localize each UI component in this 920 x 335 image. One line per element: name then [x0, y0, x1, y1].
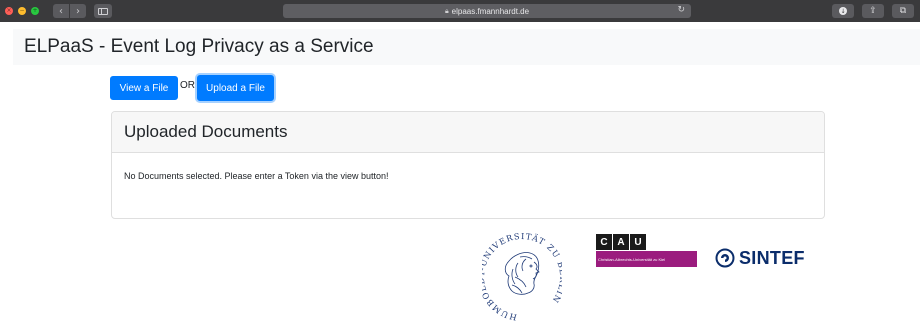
cau-subtitle: Christian-Albrechts-Universität zu Kiel	[596, 251, 697, 267]
cau-letter-c: C	[596, 234, 612, 250]
card-title: Uploaded Documents	[124, 122, 288, 141]
or-separator: OR	[180, 80, 195, 91]
sidebar-toggle-button[interactable]	[94, 4, 112, 18]
card-header: Uploaded Documents	[112, 112, 824, 153]
download-icon: ↓	[839, 7, 847, 15]
reload-icon[interactable]: ↻	[677, 5, 685, 15]
share-icon[interactable]: ⇪	[862, 4, 884, 18]
empty-state-message: No Documents selected. Please enter a To…	[124, 171, 389, 181]
downloads-button[interactable]: ↓	[832, 4, 854, 18]
card-body: No Documents selected. Please enter a To…	[112, 153, 824, 181]
cau-letter-a: A	[613, 234, 629, 250]
cau-letters: C A U	[596, 234, 697, 250]
site-header: ELPaaS - Event Log Privacy as a Service	[13, 29, 920, 65]
address-url: elpaas.fmannhardt.de	[451, 6, 530, 16]
window-controls: × − +	[5, 7, 39, 15]
cau-letter-u: U	[630, 234, 646, 250]
close-window-button[interactable]: ×	[5, 7, 13, 15]
toolbar-right-buttons: ↓ ⇪ ⧉	[832, 4, 914, 18]
humboldt-seal-icon: HUMBOLDT-UNIVERSITÄT ZU BERLIN	[476, 231, 567, 323]
sintef-logo: SINTEF	[715, 246, 815, 270]
view-file-button[interactable]: View a File	[110, 76, 178, 100]
upload-file-button[interactable]: Upload a File	[197, 75, 274, 101]
cau-kiel-logo: C A U Christian-Albrechts-Universität zu…	[596, 234, 697, 270]
forward-arrow-icon[interactable]: ›	[70, 4, 86, 18]
uploaded-documents-card: Uploaded Documents No Documents selected…	[111, 111, 825, 219]
back-arrow-icon[interactable]: ‹	[53, 4, 69, 18]
svg-text:HUMBOLDT-UNIVERSITÄT ZU BERLIN: HUMBOLDT-UNIVERSITÄT ZU BERLIN	[482, 231, 562, 323]
lock-icon: 🔒︎	[444, 6, 449, 15]
humboldt-university-logo: HUMBOLDT-UNIVERSITÄT ZU BERLIN	[476, 229, 567, 329]
sintef-wordmark: SINTEF	[739, 247, 805, 268]
address-bar[interactable]: 🔒︎ elpaas.fmannhardt.de ↻	[283, 4, 691, 18]
minimize-window-button[interactable]: −	[18, 7, 26, 15]
browser-toolbar: × − + ‹ › 🔒︎ elpaas.fmannhardt.de ↻ ↓ ⇪ …	[0, 0, 920, 22]
sidebar-icon	[98, 7, 108, 15]
history-navigation: ‹ ›	[53, 4, 86, 18]
maximize-window-button[interactable]: +	[31, 7, 39, 15]
tabs-icon[interactable]: ⧉	[892, 4, 914, 18]
sintef-spiral-icon	[715, 248, 735, 268]
page-title: ELPaaS - Event Log Privacy as a Service	[24, 36, 374, 57]
